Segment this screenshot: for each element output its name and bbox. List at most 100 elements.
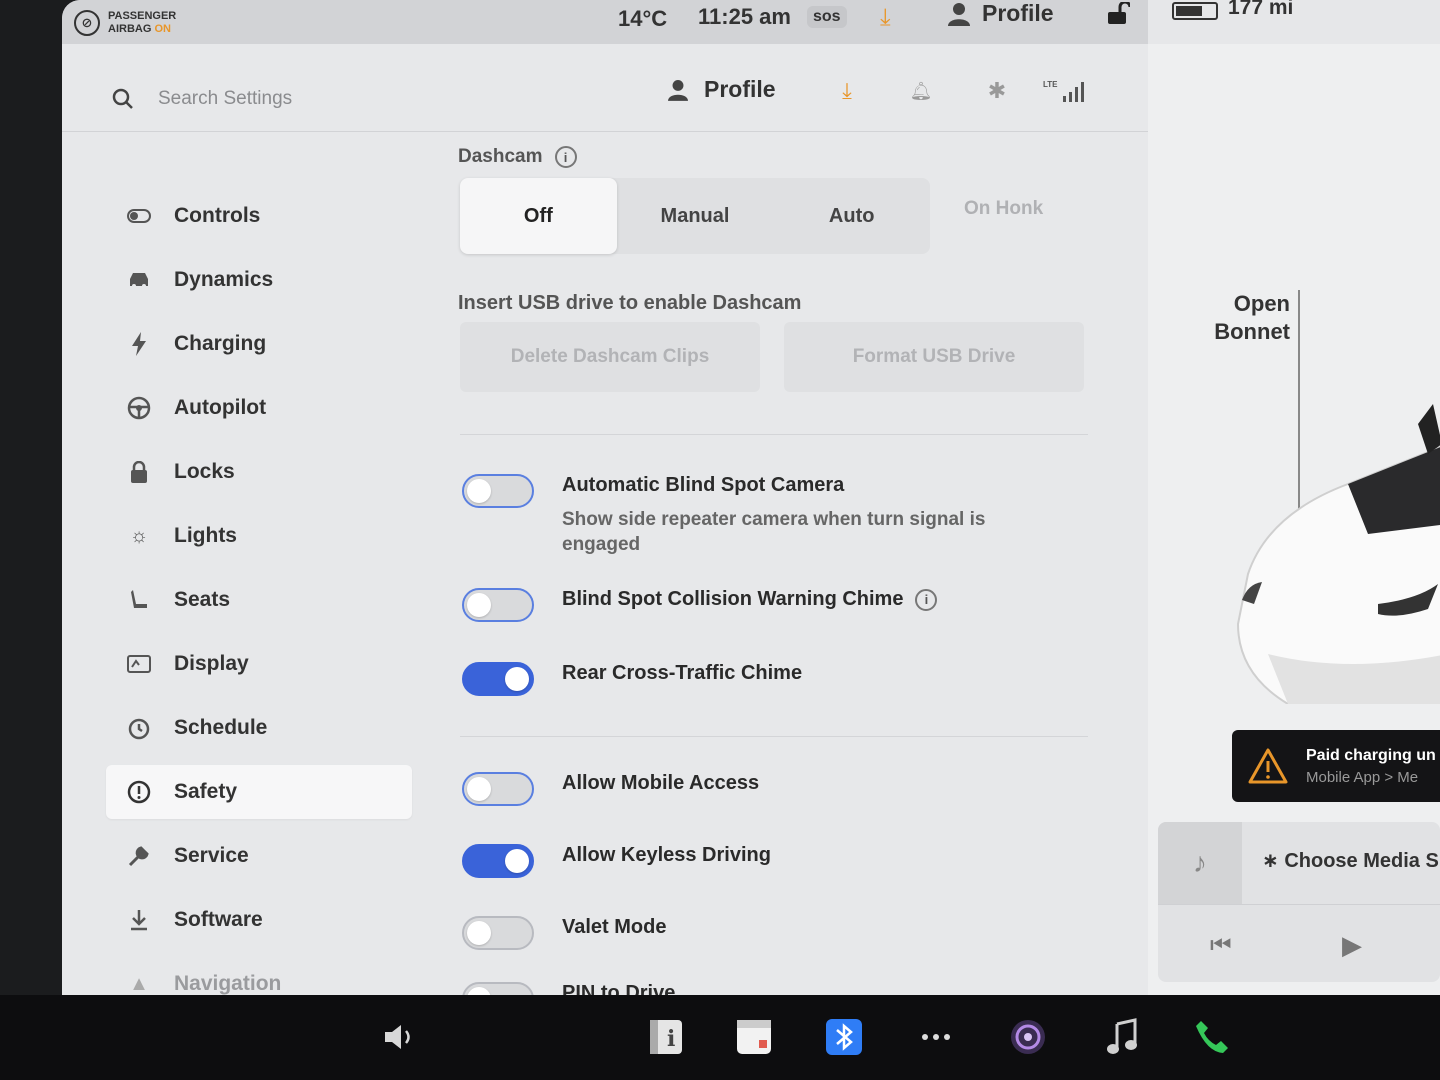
sidebar-label: Dynamics	[174, 268, 274, 291]
toggle-row-blind-spot-camera: Automatic Blind Spot Camera Show side re…	[462, 474, 1032, 557]
steering-wheel-icon	[126, 395, 152, 421]
sidebar-label: Service	[174, 844, 249, 867]
toggle-row-blind-spot-chime: Blind Spot Collision Warning Chime i	[462, 588, 938, 622]
volume-icon[interactable]	[380, 1017, 420, 1057]
paid-charging-alert[interactable]: Paid charging un Mobile App > Me	[1232, 730, 1440, 802]
sidebar-item-software[interactable]: Software	[106, 888, 412, 952]
info-icon[interactable]: i	[915, 588, 938, 611]
format-usb-drive-button[interactable]: Format USB Drive	[784, 322, 1084, 392]
dashcam-mode-selector: Off Manual Auto	[460, 178, 930, 254]
lock-icon	[126, 459, 152, 485]
toggle-title: PIN to Drive	[562, 982, 676, 995]
sidebar-label: Locks	[174, 460, 235, 483]
settings-sidebar: Controls Dynamics Charging Autopilot Loc…	[106, 184, 412, 995]
settings-panel: Profile ⤓ 🔔︎ ✱ LTE Controls Dynamics Cha…	[62, 44, 1148, 995]
toggle-row-pin-to-drive: PIN to Drive	[462, 982, 675, 995]
alert-circle-icon	[126, 779, 152, 805]
toggle-title: Allow Mobile Access	[562, 772, 760, 794]
dashcam-option-off[interactable]: Off	[460, 178, 617, 254]
open-bonnet-line1: Open	[1233, 291, 1290, 316]
sidebar-item-safety[interactable]: Safety	[106, 765, 412, 819]
dashcam-label: Dashcam	[458, 146, 543, 167]
warning-icon	[1248, 748, 1288, 784]
status-profile-label: Profile	[982, 0, 1054, 26]
sidebar-label: Autopilot	[174, 396, 267, 419]
svg-text:i: i	[667, 1026, 675, 1052]
sidebar-item-locks[interactable]: Locks	[106, 440, 412, 504]
sidebar-item-service[interactable]: Service	[106, 824, 412, 888]
settings-header: Profile ⤓ 🔔︎ ✱ LTE	[62, 44, 1148, 132]
toggle-title: Allow Keyless Driving	[562, 844, 771, 866]
mobile-access-toggle[interactable]	[462, 772, 534, 806]
unlock-icon[interactable]	[1106, 2, 1130, 24]
camera-icon[interactable]	[1008, 1017, 1048, 1057]
display-icon	[126, 651, 152, 677]
music-note-icon: ♪	[1158, 822, 1242, 904]
bolt-icon	[126, 331, 152, 357]
clock-icon	[126, 715, 152, 741]
status-profile-button[interactable]: Profile	[948, 0, 1054, 27]
open-bonnet-line2: Bonnet	[1214, 319, 1290, 344]
play-icon[interactable]: ▶	[1342, 930, 1362, 961]
bluetooth-icon[interactable]: ✱	[984, 78, 1010, 104]
person-icon	[948, 2, 970, 26]
pin-to-drive-toggle[interactable]	[462, 982, 534, 995]
lte-signal-icon: LTE	[1042, 78, 1088, 104]
search-input[interactable]	[158, 84, 458, 114]
sidebar-item-charging[interactable]: Charging	[106, 312, 412, 376]
bell-icon[interactable]: 🔔︎	[908, 78, 934, 104]
wrench-icon	[126, 843, 152, 869]
dashcam-usb-note: Insert USB drive to enable Dashcam	[458, 292, 802, 314]
car-image	[1236, 404, 1440, 704]
valet-mode-toggle[interactable]	[462, 916, 534, 950]
dashcam-section-label: Dashcam i	[458, 146, 577, 168]
sidebar-item-lights[interactable]: ☼ Lights	[106, 504, 412, 568]
search-icon	[112, 88, 133, 109]
keyless-driving-toggle[interactable]	[462, 844, 534, 878]
previous-track-icon[interactable]: ⏮	[1210, 932, 1232, 960]
sidebar-item-seats[interactable]: Seats	[106, 568, 412, 632]
more-icon[interactable]	[916, 1017, 956, 1057]
calendar-icon[interactable]	[734, 1017, 774, 1057]
seat-icon	[126, 587, 152, 613]
dashcam-option-auto[interactable]: Auto	[773, 178, 930, 254]
blind-spot-camera-toggle[interactable]	[462, 474, 534, 508]
toggle-row-keyless-driving: Allow Keyless Driving	[462, 844, 771, 878]
sidebar-item-autopilot[interactable]: Autopilot	[106, 376, 412, 440]
toggle-icon	[126, 203, 152, 229]
sidebar-label: Seats	[174, 588, 231, 611]
toggle-subtitle: Show side repeater camera when turn sign…	[562, 509, 986, 555]
sidebar-item-controls[interactable]: Controls	[106, 184, 412, 248]
divider	[460, 736, 1088, 737]
download-icon[interactable]: ⤓	[834, 78, 860, 104]
info-icon[interactable]: i	[554, 146, 577, 168]
phone-icon[interactable]	[1192, 1017, 1232, 1057]
profile-button[interactable]: Profile	[668, 76, 776, 103]
info-icon[interactable]: i	[646, 1017, 686, 1057]
open-bonnet-button[interactable]: Open Bonnet	[1212, 290, 1290, 346]
blind-spot-chime-toggle[interactable]	[462, 588, 534, 622]
sidebar-item-schedule[interactable]: Schedule	[106, 696, 412, 760]
bluetooth-icon[interactable]	[824, 1017, 864, 1057]
sidebar-item-dynamics[interactable]: Dynamics	[106, 248, 412, 312]
dashcam-option-manual[interactable]: Manual	[617, 178, 774, 254]
range-readout: 177 mi	[1228, 0, 1294, 19]
sos-button[interactable]: sos	[807, 6, 847, 28]
sidebar-item-navigation[interactable]: ▲ Navigation	[106, 952, 412, 995]
sidebar-label: Lights	[174, 524, 237, 547]
choose-media-source-button[interactable]: ∗ Choose Media S	[1262, 848, 1439, 873]
sidebar-label: Controls	[174, 204, 261, 227]
toggle-title: Valet Mode	[562, 916, 667, 938]
download-icon[interactable]: ⤓	[880, 4, 891, 32]
music-icon[interactable]	[1102, 1017, 1142, 1057]
dashcam-option-on-honk[interactable]: On Honk	[964, 198, 1043, 220]
vehicle-panel: Open Bonnet Paid charging un Mobile App …	[1148, 44, 1440, 995]
rear-cross-traffic-toggle[interactable]	[462, 662, 534, 696]
divider	[1158, 904, 1440, 905]
download-icon	[126, 907, 152, 933]
airbag-line1: PASSENGER	[108, 10, 177, 22]
sidebar-item-display[interactable]: Display	[106, 632, 412, 696]
sidebar-label: Charging	[174, 332, 267, 355]
media-source-label: Choose Media S	[1284, 850, 1439, 872]
delete-dashcam-clips-button[interactable]: Delete Dashcam Clips	[460, 322, 760, 392]
